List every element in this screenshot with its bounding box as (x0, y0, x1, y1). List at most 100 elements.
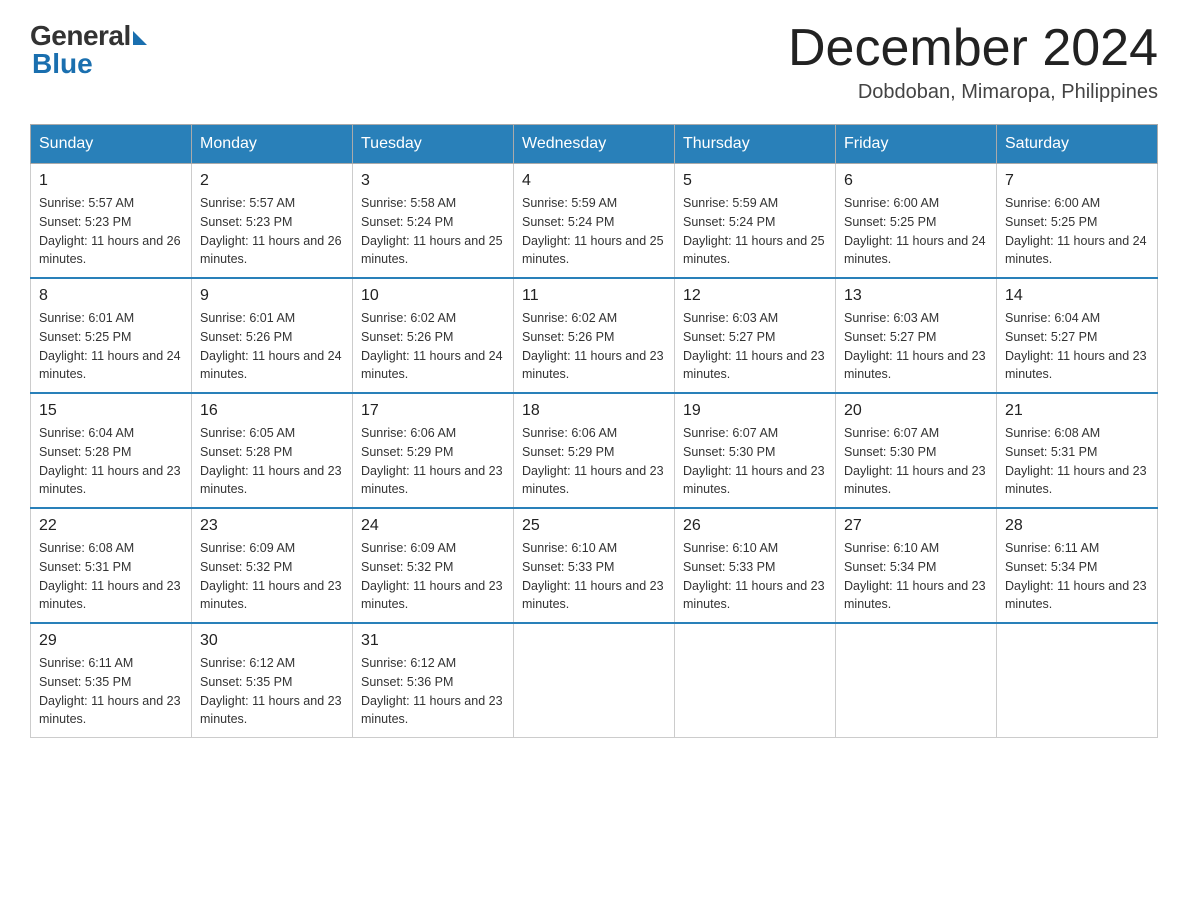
day-number: 25 (522, 517, 666, 535)
calendar-cell: 26 Sunrise: 6:10 AMSunset: 5:33 PMDaylig… (675, 508, 836, 623)
day-info: Sunrise: 6:08 AMSunset: 5:31 PMDaylight:… (1005, 424, 1149, 499)
calendar-cell: 16 Sunrise: 6:05 AMSunset: 5:28 PMDaylig… (192, 393, 353, 508)
calendar-table: SundayMondayTuesdayWednesdayThursdayFrid… (30, 124, 1158, 738)
day-number: 3 (361, 172, 505, 190)
day-number: 8 (39, 287, 183, 305)
day-info: Sunrise: 6:04 AMSunset: 5:28 PMDaylight:… (39, 424, 183, 499)
day-info: Sunrise: 6:08 AMSunset: 5:31 PMDaylight:… (39, 539, 183, 614)
day-info: Sunrise: 6:00 AMSunset: 5:25 PMDaylight:… (1005, 194, 1149, 269)
calendar-cell: 14 Sunrise: 6:04 AMSunset: 5:27 PMDaylig… (997, 278, 1158, 393)
calendar-cell: 13 Sunrise: 6:03 AMSunset: 5:27 PMDaylig… (836, 278, 997, 393)
day-info: Sunrise: 6:04 AMSunset: 5:27 PMDaylight:… (1005, 309, 1149, 384)
calendar-cell: 28 Sunrise: 6:11 AMSunset: 5:34 PMDaylig… (997, 508, 1158, 623)
page-header: General Blue December 2024 Dobdoban, Mim… (30, 20, 1158, 104)
calendar-cell: 21 Sunrise: 6:08 AMSunset: 5:31 PMDaylig… (997, 393, 1158, 508)
calendar-cell: 30 Sunrise: 6:12 AMSunset: 5:35 PMDaylig… (192, 623, 353, 738)
calendar-cell: 4 Sunrise: 5:59 AMSunset: 5:24 PMDayligh… (514, 164, 675, 279)
calendar-header-row: SundayMondayTuesdayWednesdayThursdayFrid… (31, 125, 1158, 164)
calendar-cell (997, 623, 1158, 738)
day-info: Sunrise: 6:07 AMSunset: 5:30 PMDaylight:… (844, 424, 988, 499)
day-number: 2 (200, 172, 344, 190)
calendar-cell (514, 623, 675, 738)
calendar-cell: 29 Sunrise: 6:11 AMSunset: 5:35 PMDaylig… (31, 623, 192, 738)
calendar-cell (836, 623, 997, 738)
day-number: 12 (683, 287, 827, 305)
day-info: Sunrise: 6:03 AMSunset: 5:27 PMDaylight:… (683, 309, 827, 384)
calendar-header-thursday: Thursday (675, 125, 836, 164)
day-info: Sunrise: 6:10 AMSunset: 5:33 PMDaylight:… (522, 539, 666, 614)
day-info: Sunrise: 6:03 AMSunset: 5:27 PMDaylight:… (844, 309, 988, 384)
day-info: Sunrise: 5:59 AMSunset: 5:24 PMDaylight:… (522, 194, 666, 269)
calendar-header-sunday: Sunday (31, 125, 192, 164)
calendar-cell: 1 Sunrise: 5:57 AMSunset: 5:23 PMDayligh… (31, 164, 192, 279)
calendar-header-tuesday: Tuesday (353, 125, 514, 164)
calendar-cell: 7 Sunrise: 6:00 AMSunset: 5:25 PMDayligh… (997, 164, 1158, 279)
calendar-cell: 18 Sunrise: 6:06 AMSunset: 5:29 PMDaylig… (514, 393, 675, 508)
day-number: 1 (39, 172, 183, 190)
day-info: Sunrise: 6:12 AMSunset: 5:35 PMDaylight:… (200, 654, 344, 729)
calendar-header-saturday: Saturday (997, 125, 1158, 164)
day-info: Sunrise: 6:00 AMSunset: 5:25 PMDaylight:… (844, 194, 988, 269)
calendar-cell: 10 Sunrise: 6:02 AMSunset: 5:26 PMDaylig… (353, 278, 514, 393)
day-number: 11 (522, 287, 666, 305)
calendar-cell: 8 Sunrise: 6:01 AMSunset: 5:25 PMDayligh… (31, 278, 192, 393)
calendar-cell: 2 Sunrise: 5:57 AMSunset: 5:23 PMDayligh… (192, 164, 353, 279)
title-section: December 2024 Dobdoban, Mimaropa, Philip… (788, 20, 1158, 104)
calendar-cell: 17 Sunrise: 6:06 AMSunset: 5:29 PMDaylig… (353, 393, 514, 508)
calendar-header-wednesday: Wednesday (514, 125, 675, 164)
day-info: Sunrise: 6:06 AMSunset: 5:29 PMDaylight:… (522, 424, 666, 499)
day-number: 21 (1005, 402, 1149, 420)
day-number: 16 (200, 402, 344, 420)
day-info: Sunrise: 5:57 AMSunset: 5:23 PMDaylight:… (200, 194, 344, 269)
calendar-cell: 11 Sunrise: 6:02 AMSunset: 5:26 PMDaylig… (514, 278, 675, 393)
day-number: 4 (522, 172, 666, 190)
calendar-cell: 9 Sunrise: 6:01 AMSunset: 5:26 PMDayligh… (192, 278, 353, 393)
day-number: 6 (844, 172, 988, 190)
calendar-cell: 5 Sunrise: 5:59 AMSunset: 5:24 PMDayligh… (675, 164, 836, 279)
day-number: 9 (200, 287, 344, 305)
calendar-cell: 27 Sunrise: 6:10 AMSunset: 5:34 PMDaylig… (836, 508, 997, 623)
day-info: Sunrise: 6:12 AMSunset: 5:36 PMDaylight:… (361, 654, 505, 729)
day-info: Sunrise: 6:10 AMSunset: 5:33 PMDaylight:… (683, 539, 827, 614)
day-info: Sunrise: 6:10 AMSunset: 5:34 PMDaylight:… (844, 539, 988, 614)
calendar-header-monday: Monday (192, 125, 353, 164)
location-subtitle: Dobdoban, Mimaropa, Philippines (788, 81, 1158, 104)
calendar-week-row: 29 Sunrise: 6:11 AMSunset: 5:35 PMDaylig… (31, 623, 1158, 738)
calendar-week-row: 8 Sunrise: 6:01 AMSunset: 5:25 PMDayligh… (31, 278, 1158, 393)
day-info: Sunrise: 5:58 AMSunset: 5:24 PMDaylight:… (361, 194, 505, 269)
day-info: Sunrise: 5:57 AMSunset: 5:23 PMDaylight:… (39, 194, 183, 269)
day-info: Sunrise: 6:02 AMSunset: 5:26 PMDaylight:… (361, 309, 505, 384)
calendar-cell: 6 Sunrise: 6:00 AMSunset: 5:25 PMDayligh… (836, 164, 997, 279)
day-number: 17 (361, 402, 505, 420)
day-info: Sunrise: 6:11 AMSunset: 5:34 PMDaylight:… (1005, 539, 1149, 614)
day-info: Sunrise: 6:02 AMSunset: 5:26 PMDaylight:… (522, 309, 666, 384)
calendar-cell: 23 Sunrise: 6:09 AMSunset: 5:32 PMDaylig… (192, 508, 353, 623)
day-number: 20 (844, 402, 988, 420)
day-number: 24 (361, 517, 505, 535)
calendar-header-friday: Friday (836, 125, 997, 164)
day-number: 30 (200, 632, 344, 650)
calendar-cell: 31 Sunrise: 6:12 AMSunset: 5:36 PMDaylig… (353, 623, 514, 738)
day-number: 28 (1005, 517, 1149, 535)
day-number: 10 (361, 287, 505, 305)
calendar-cell: 25 Sunrise: 6:10 AMSunset: 5:33 PMDaylig… (514, 508, 675, 623)
day-info: Sunrise: 6:05 AMSunset: 5:28 PMDaylight:… (200, 424, 344, 499)
day-number: 19 (683, 402, 827, 420)
month-title: December 2024 (788, 20, 1158, 77)
day-number: 14 (1005, 287, 1149, 305)
day-info: Sunrise: 6:01 AMSunset: 5:25 PMDaylight:… (39, 309, 183, 384)
calendar-cell: 24 Sunrise: 6:09 AMSunset: 5:32 PMDaylig… (353, 508, 514, 623)
calendar-week-row: 15 Sunrise: 6:04 AMSunset: 5:28 PMDaylig… (31, 393, 1158, 508)
day-info: Sunrise: 6:09 AMSunset: 5:32 PMDaylight:… (200, 539, 344, 614)
calendar-cell: 15 Sunrise: 6:04 AMSunset: 5:28 PMDaylig… (31, 393, 192, 508)
calendar-cell: 20 Sunrise: 6:07 AMSunset: 5:30 PMDaylig… (836, 393, 997, 508)
calendar-cell: 12 Sunrise: 6:03 AMSunset: 5:27 PMDaylig… (675, 278, 836, 393)
day-number: 31 (361, 632, 505, 650)
day-number: 18 (522, 402, 666, 420)
day-number: 27 (844, 517, 988, 535)
day-number: 5 (683, 172, 827, 190)
day-number: 15 (39, 402, 183, 420)
logo: General Blue (30, 20, 147, 80)
day-info: Sunrise: 6:11 AMSunset: 5:35 PMDaylight:… (39, 654, 183, 729)
day-number: 7 (1005, 172, 1149, 190)
